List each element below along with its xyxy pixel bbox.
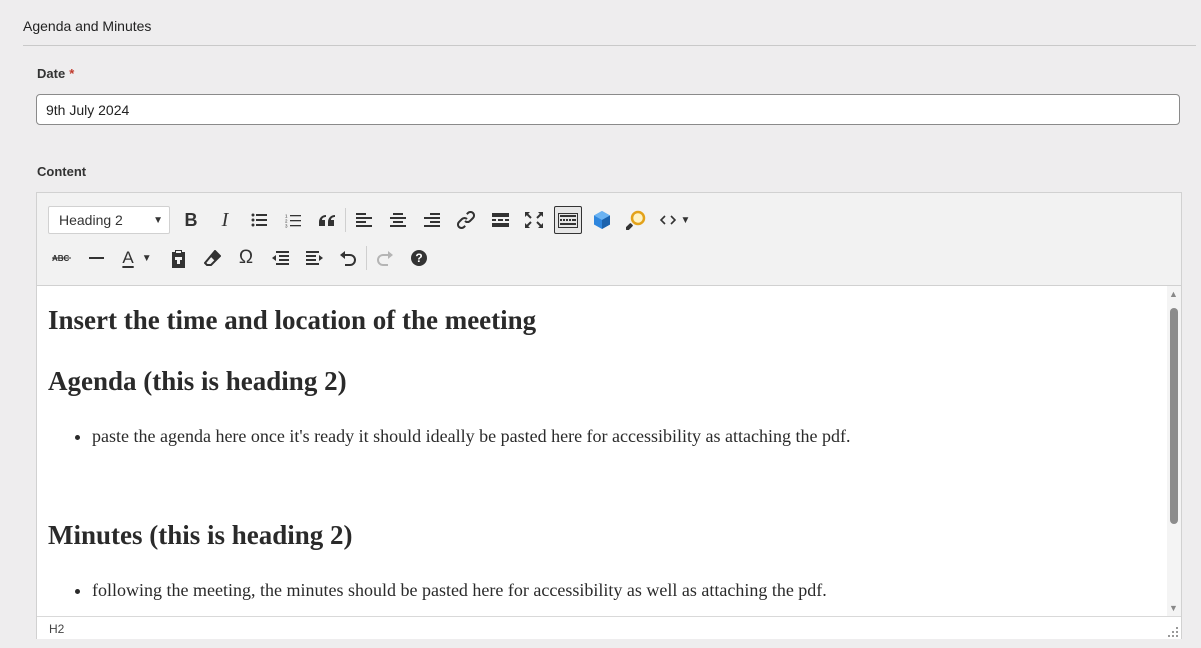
help-icon: ? bbox=[411, 250, 427, 266]
indent-button[interactable] bbox=[300, 244, 328, 272]
fullscreen-icon bbox=[525, 212, 543, 228]
italic-button[interactable]: I bbox=[211, 206, 239, 234]
section-title: Agenda and Minutes bbox=[23, 18, 152, 34]
outdent-button[interactable] bbox=[266, 244, 294, 272]
align-right-icon bbox=[424, 213, 440, 227]
align-left-button[interactable] bbox=[350, 206, 378, 234]
eraser-icon bbox=[203, 249, 221, 266]
source-code-icon bbox=[659, 215, 676, 225]
horizontal-line-icon bbox=[491, 213, 509, 227]
editor-scrollbar[interactable]: ▲ ▼ bbox=[1167, 286, 1181, 616]
editor-status-bar: H2 bbox=[37, 616, 1181, 639]
fullscreen-button[interactable] bbox=[520, 206, 548, 234]
scrollbar-thumb[interactable] bbox=[1170, 308, 1178, 524]
heading-minutes: Minutes (this is heading 2) bbox=[48, 520, 353, 550]
outdent-icon bbox=[271, 251, 289, 265]
editor-content-area[interactable]: Insert the time and location of the meet… bbox=[37, 286, 1167, 616]
undo-icon bbox=[340, 250, 356, 266]
bulleted-list-icon bbox=[251, 213, 267, 227]
paragraph-style-dropdown[interactable]: Heading 2 ▼ bbox=[48, 206, 170, 234]
heading-meeting-info: Insert the time and location of the meet… bbox=[48, 305, 537, 335]
numbered-list-icon: 123 bbox=[285, 213, 301, 228]
cube-button[interactable] bbox=[588, 206, 616, 234]
heading-agenda: Agenda (this is heading 2) bbox=[48, 366, 347, 396]
section-divider bbox=[23, 45, 1196, 46]
minutes-list: following the meeting, the minutes shoul… bbox=[48, 580, 827, 601]
source-code-dropdown[interactable]: ▼ bbox=[656, 206, 694, 234]
chevron-down-icon: ▼ bbox=[141, 252, 152, 264]
date-label: Date * bbox=[37, 66, 74, 81]
resize-handle-icon[interactable] bbox=[1168, 627, 1178, 637]
horizontal-line-button[interactable] bbox=[486, 206, 514, 234]
editor-toolbar: Heading 2 ▼ B I 123 ▼ ABC A ▼ Ω ? bbox=[37, 193, 1181, 286]
toolbar-row-1: Heading 2 ▼ B I 123 ▼ bbox=[48, 205, 700, 235]
date-field[interactable] bbox=[36, 94, 1180, 125]
undo-button[interactable] bbox=[334, 244, 362, 272]
strikethrough-button[interactable]: ABC bbox=[48, 244, 76, 272]
blockquote-icon bbox=[319, 215, 335, 226]
align-left-icon bbox=[356, 213, 372, 227]
align-center-icon bbox=[390, 213, 406, 227]
paragraph-style-value: Heading 2 bbox=[59, 212, 123, 228]
redo-icon bbox=[377, 250, 393, 266]
indent-icon bbox=[305, 251, 323, 265]
text-color-button[interactable]: A ▼ bbox=[116, 244, 158, 272]
blockquote-button[interactable] bbox=[313, 206, 341, 234]
bulleted-list-button[interactable] bbox=[245, 206, 273, 234]
search-replace-button[interactable] bbox=[622, 206, 650, 234]
scroll-down-icon[interactable]: ▼ bbox=[1169, 603, 1178, 613]
chevron-down-icon: ▼ bbox=[680, 214, 691, 226]
toolbar-separator bbox=[345, 208, 346, 232]
bold-button[interactable]: B bbox=[177, 206, 205, 234]
help-button[interactable]: ? bbox=[405, 244, 433, 272]
special-character-button[interactable]: Ω bbox=[232, 244, 260, 272]
search-replace-icon bbox=[626, 210, 646, 230]
align-right-button[interactable] bbox=[418, 206, 446, 234]
link-button[interactable] bbox=[452, 206, 480, 234]
keyboard-button[interactable] bbox=[554, 206, 582, 234]
eraser-button[interactable] bbox=[198, 244, 226, 272]
text-color-icon: A bbox=[122, 248, 134, 267]
paste-button[interactable] bbox=[164, 244, 192, 272]
cube-icon bbox=[594, 211, 610, 229]
remove-format-button[interactable] bbox=[82, 244, 110, 272]
paste-icon bbox=[171, 249, 185, 268]
content-label: Content bbox=[37, 164, 87, 179]
remove-format-icon bbox=[88, 257, 104, 259]
numbered-list-button[interactable]: 123 bbox=[279, 206, 307, 234]
svg-text:3: 3 bbox=[285, 223, 288, 228]
date-label-text: Date bbox=[37, 66, 66, 81]
list-item: following the meeting, the minutes shoul… bbox=[92, 580, 827, 601]
element-path[interactable]: H2 bbox=[49, 622, 64, 636]
scroll-up-icon[interactable]: ▲ bbox=[1169, 289, 1178, 299]
toolbar-row-2: ABC A ▼ Ω ? bbox=[48, 243, 439, 273]
list-item: paste the agenda here once it's ready it… bbox=[92, 426, 850, 447]
keyboard-icon bbox=[558, 212, 578, 228]
link-icon bbox=[457, 211, 475, 229]
required-mark: * bbox=[69, 66, 75, 81]
rich-text-editor: Heading 2 ▼ B I 123 ▼ ABC A ▼ Ω ? Insert… bbox=[36, 192, 1182, 639]
toolbar-separator bbox=[366, 246, 367, 270]
agenda-list: paste the agenda here once it's ready it… bbox=[48, 426, 850, 447]
strikethrough-icon: ABC bbox=[52, 254, 71, 263]
chevron-down-icon: ▼ bbox=[153, 214, 163, 226]
redo-button[interactable] bbox=[371, 244, 399, 272]
align-center-button[interactable] bbox=[384, 206, 412, 234]
